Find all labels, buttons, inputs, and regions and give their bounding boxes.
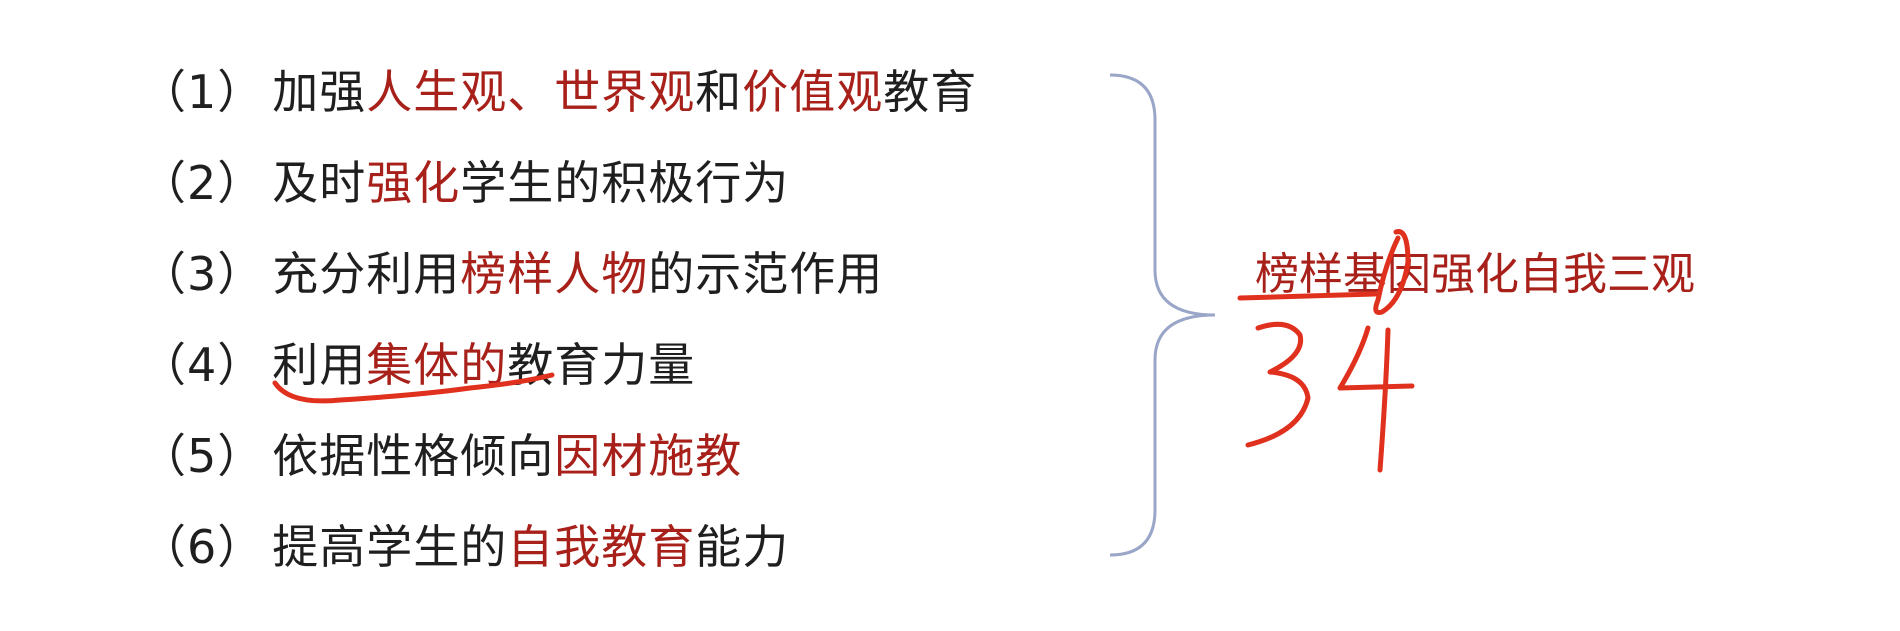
list-item: （3） 充分利用榜样人物的示范作用 bbox=[140, 244, 977, 335]
item-text: 学生的积极行为 bbox=[460, 156, 790, 210]
list-item: （4） 利用集体的教育力量 bbox=[140, 335, 977, 426]
item-number: （2） bbox=[140, 156, 265, 210]
item-highlight: 因材施教 bbox=[554, 429, 743, 483]
item-number: （5） bbox=[140, 429, 265, 483]
item-highlight: 榜样人物 bbox=[460, 247, 649, 301]
item-number: （1） bbox=[140, 65, 265, 119]
item-text: 教育 bbox=[883, 65, 978, 119]
item-highlight: 价值观 bbox=[742, 65, 884, 119]
list-item: （1） 加强人生观、世界观和价值观教育 bbox=[140, 62, 977, 153]
item-text: 依据性格倾向 bbox=[272, 429, 555, 483]
item-text: 及时 bbox=[272, 156, 367, 210]
strategy-list: （1） 加强人生观、世界观和价值观教育 （2） 及时强化学生的积极行为 （3） 充分利… bbox=[140, 62, 977, 608]
item-highlight: 强化 bbox=[366, 156, 461, 210]
item-text: 和 bbox=[695, 65, 743, 119]
handwritten-four bbox=[1337, 325, 1415, 473]
item-highlight: 集体的 bbox=[366, 338, 508, 392]
item-text: 教育力量 bbox=[507, 338, 696, 392]
summary-text: 榜样基因强化自我三观 bbox=[1255, 249, 1695, 300]
item-text: 加强 bbox=[272, 65, 367, 119]
list-item: （5） 依据性格倾向因材施教 bbox=[140, 426, 977, 517]
item-text: 提高学生的 bbox=[272, 520, 508, 574]
item-text: 的示范作用 bbox=[648, 247, 884, 301]
item-highlight: 自我教育 bbox=[507, 520, 696, 574]
item-text: 能力 bbox=[695, 520, 790, 574]
item-number: （3） bbox=[140, 247, 265, 301]
list-item: （2） 及时强化学生的积极行为 bbox=[140, 153, 977, 244]
slide: （1） 加强人生观、世界观和价值观教育 （2） 及时强化学生的积极行为 （3） 充分利… bbox=[0, 0, 1900, 631]
brace-stroke bbox=[1109, 73, 1216, 557]
handwritten-three bbox=[1245, 321, 1311, 448]
item-number: （4） bbox=[140, 338, 265, 392]
item-highlight: 人生观、世界观 bbox=[366, 65, 696, 119]
right-brace bbox=[1109, 73, 1216, 557]
item-text: 利用 bbox=[272, 338, 367, 392]
item-number: （6） bbox=[140, 520, 265, 574]
list-item: （6） 提高学生的自我教育能力 bbox=[140, 517, 977, 608]
item-text: 充分利用 bbox=[272, 247, 461, 301]
